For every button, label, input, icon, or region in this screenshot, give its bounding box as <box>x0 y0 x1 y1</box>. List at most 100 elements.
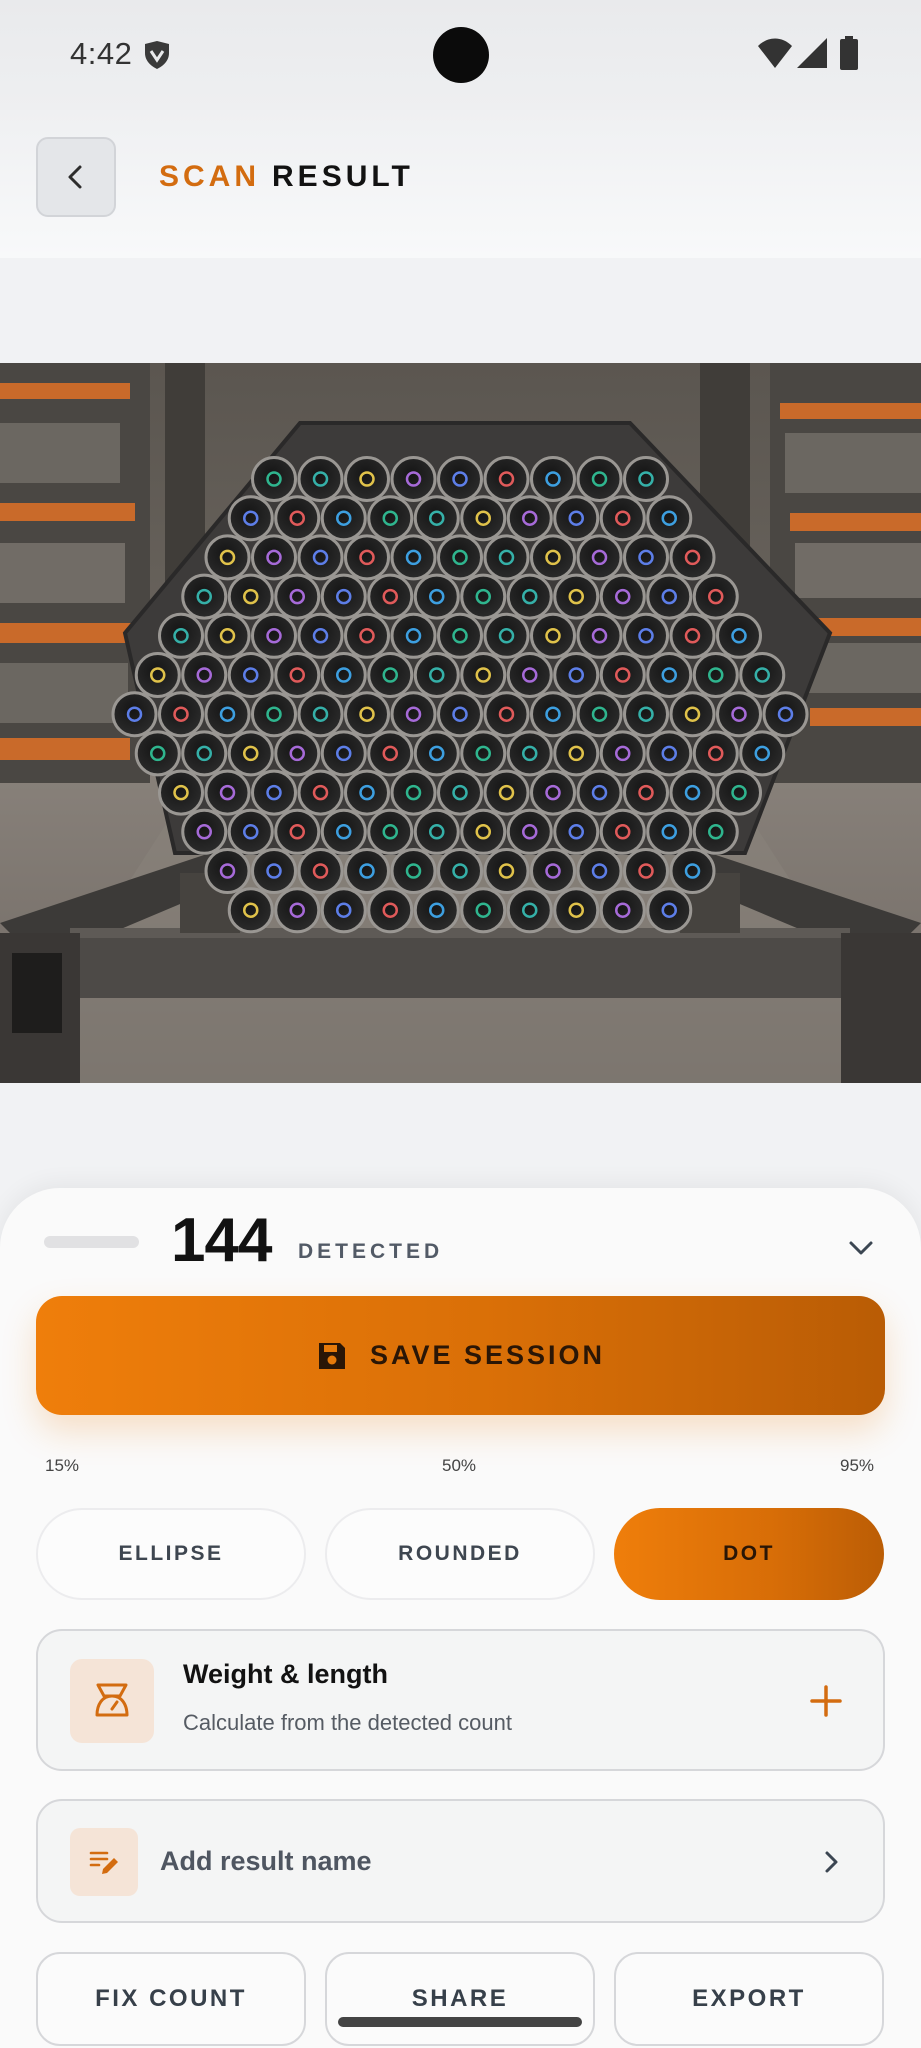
pipe <box>251 848 297 894</box>
pipe <box>320 573 367 620</box>
pipe <box>716 691 762 738</box>
pipe <box>390 691 437 738</box>
pipe <box>553 652 600 698</box>
pipe <box>530 848 576 894</box>
export-button[interactable]: EXPORT <box>614 1952 884 2046</box>
scale-icon <box>95 1683 129 1717</box>
pipe-bundle-photo <box>0 363 921 1083</box>
pipe <box>413 887 460 934</box>
pipe <box>204 534 251 581</box>
pipe <box>320 652 367 698</box>
share-button[interactable]: SHARE <box>325 1952 595 2046</box>
battery-icon <box>840 36 858 70</box>
pipe <box>623 456 669 502</box>
pipe <box>274 808 321 855</box>
status-bar: 4:42 <box>0 0 921 110</box>
pipe <box>390 612 437 659</box>
pipe <box>437 456 483 502</box>
pipe <box>390 456 437 502</box>
pipe <box>390 769 437 816</box>
detected-label: DETECTED <box>298 1240 444 1263</box>
pipe <box>623 848 669 894</box>
pipe <box>506 573 553 620</box>
pipe <box>483 691 530 738</box>
pipe <box>158 612 204 659</box>
pipe <box>344 456 390 502</box>
pipe <box>227 730 274 777</box>
pipe <box>181 808 228 855</box>
pipe <box>506 495 553 542</box>
page-title-accent: SCAN <box>159 160 261 193</box>
pipe <box>297 691 344 738</box>
pipe <box>460 495 507 542</box>
plus-icon[interactable] <box>808 1683 844 1719</box>
pipe <box>623 691 669 738</box>
floppy-disk-icon <box>318 1342 345 1369</box>
pipe <box>553 730 600 777</box>
pipe <box>599 652 646 698</box>
pipe <box>227 495 274 542</box>
save-session-button[interactable]: SAVE SESSION <box>36 1296 885 1415</box>
pipe <box>483 769 530 816</box>
weight-card-subtitle: Calculate from the detected count <box>183 1710 512 1735</box>
pipe <box>506 652 553 698</box>
app-header: SCAN RESULT <box>0 110 921 258</box>
pipe <box>646 495 693 542</box>
pipe <box>227 573 274 620</box>
pipe <box>739 730 786 777</box>
chevron-down-icon[interactable] <box>845 1232 877 1264</box>
pipe <box>669 691 716 738</box>
vpn-shield-icon <box>145 41 169 69</box>
back-button[interactable] <box>36 137 116 217</box>
pipe <box>251 769 297 816</box>
pipe <box>274 887 321 934</box>
pipe <box>367 730 414 777</box>
threshold-mid-label: 50% <box>442 1456 477 1475</box>
pipe <box>599 808 646 855</box>
pipe <box>483 848 530 894</box>
pipe <box>437 534 483 581</box>
home-indicator[interactable] <box>338 2017 582 2027</box>
pipe <box>344 848 390 894</box>
pipe <box>530 534 576 581</box>
edit-note-icon <box>89 1851 118 1874</box>
pipe <box>344 612 390 659</box>
pipe <box>251 691 297 738</box>
fix-count-button[interactable]: FIX COUNT <box>36 1952 306 2046</box>
pipe <box>251 612 297 659</box>
pipe <box>251 456 297 502</box>
pipe <box>739 652 786 698</box>
shape-option-rounded[interactable]: ROUNDED <box>325 1508 595 1600</box>
pipe <box>599 573 646 620</box>
sheet-drag-handle[interactable] <box>44 1236 139 1248</box>
pipe <box>483 534 530 581</box>
pipe <box>158 691 204 738</box>
result-bottom-sheet: 144 DETECTED SAVE SESSION 15% 50% 95% EL… <box>0 1188 921 2048</box>
pipe <box>367 495 414 542</box>
pipe <box>367 573 414 620</box>
pipe <box>553 573 600 620</box>
pipe <box>669 848 716 894</box>
cell-signal-icon <box>797 38 827 68</box>
pipe <box>367 887 414 934</box>
pipe <box>227 652 274 698</box>
save-session-label: SAVE SESSION <box>369 1340 606 1370</box>
add-result-name-card[interactable]: Add result name <box>36 1799 885 1923</box>
pipe <box>669 769 716 816</box>
pipe <box>204 612 251 659</box>
pipe <box>158 769 204 816</box>
pipe <box>390 848 437 894</box>
pipe <box>134 652 181 698</box>
pipe <box>530 769 576 816</box>
pipe <box>344 534 390 581</box>
pipe <box>460 730 507 777</box>
pipe <box>646 652 693 698</box>
pipe <box>437 691 483 738</box>
pipe <box>204 691 251 738</box>
pipe <box>251 534 297 581</box>
weight-length-card[interactable]: Weight & length Calculate from the detec… <box>36 1629 885 1771</box>
shape-option-dot[interactable]: DOT <box>614 1508 884 1600</box>
pipe <box>599 887 646 934</box>
pipe <box>506 887 553 934</box>
shape-option-ellipse[interactable]: ELLIPSE <box>36 1508 306 1600</box>
